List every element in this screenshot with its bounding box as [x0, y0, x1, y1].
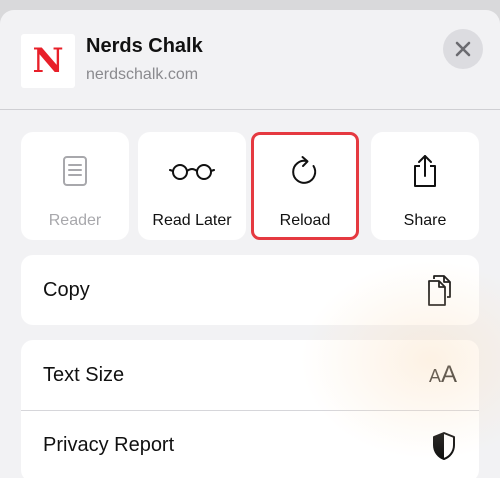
reader-button[interactable]: Reader: [21, 132, 129, 240]
share-icon: [414, 155, 436, 187]
text-size-label: Text Size: [43, 363, 125, 386]
site-favicon: N: [21, 34, 75, 88]
reader-icon: [63, 156, 87, 186]
share-button[interactable]: Share: [371, 132, 479, 240]
action-tiles: Reader Read Later Reload Share: [0, 132, 500, 242]
favicon-letter: N: [32, 41, 64, 81]
copy-label: Copy: [43, 278, 90, 301]
reload-button[interactable]: Reload: [251, 132, 359, 240]
privacy-report-row[interactable]: Privacy Report: [21, 410, 479, 478]
site-url: nerdschalk.com: [86, 66, 199, 83]
copy-row[interactable]: Copy: [21, 255, 479, 325]
share-label: Share: [403, 212, 447, 229]
close-icon: [455, 41, 471, 57]
share-sheet: N Nerds Chalk nerdschalk.com Reader Read…: [0, 10, 500, 478]
privacy-report-label: Privacy Report: [43, 434, 175, 456]
read-later-button[interactable]: Read Later: [138, 132, 246, 240]
glasses-icon: [169, 164, 215, 180]
text-size-row[interactable]: Text Size AA: [21, 340, 479, 410]
reload-icon: [292, 156, 317, 184]
sheet-header: N Nerds Chalk nerdschalk.com: [0, 10, 500, 110]
reader-label: Reader: [48, 212, 102, 229]
reload-label: Reload: [279, 212, 331, 229]
site-title: Nerds Chalk: [86, 35, 203, 57]
read-later-label: Read Later: [152, 212, 232, 229]
shield-icon: [433, 431, 455, 460]
copy-icon: [428, 275, 451, 306]
settings-group: Text Size AA Privacy Report: [21, 340, 479, 478]
text-size-icon: AA: [428, 361, 457, 388]
close-button[interactable]: [443, 29, 483, 69]
copy-group: Copy: [21, 255, 479, 325]
